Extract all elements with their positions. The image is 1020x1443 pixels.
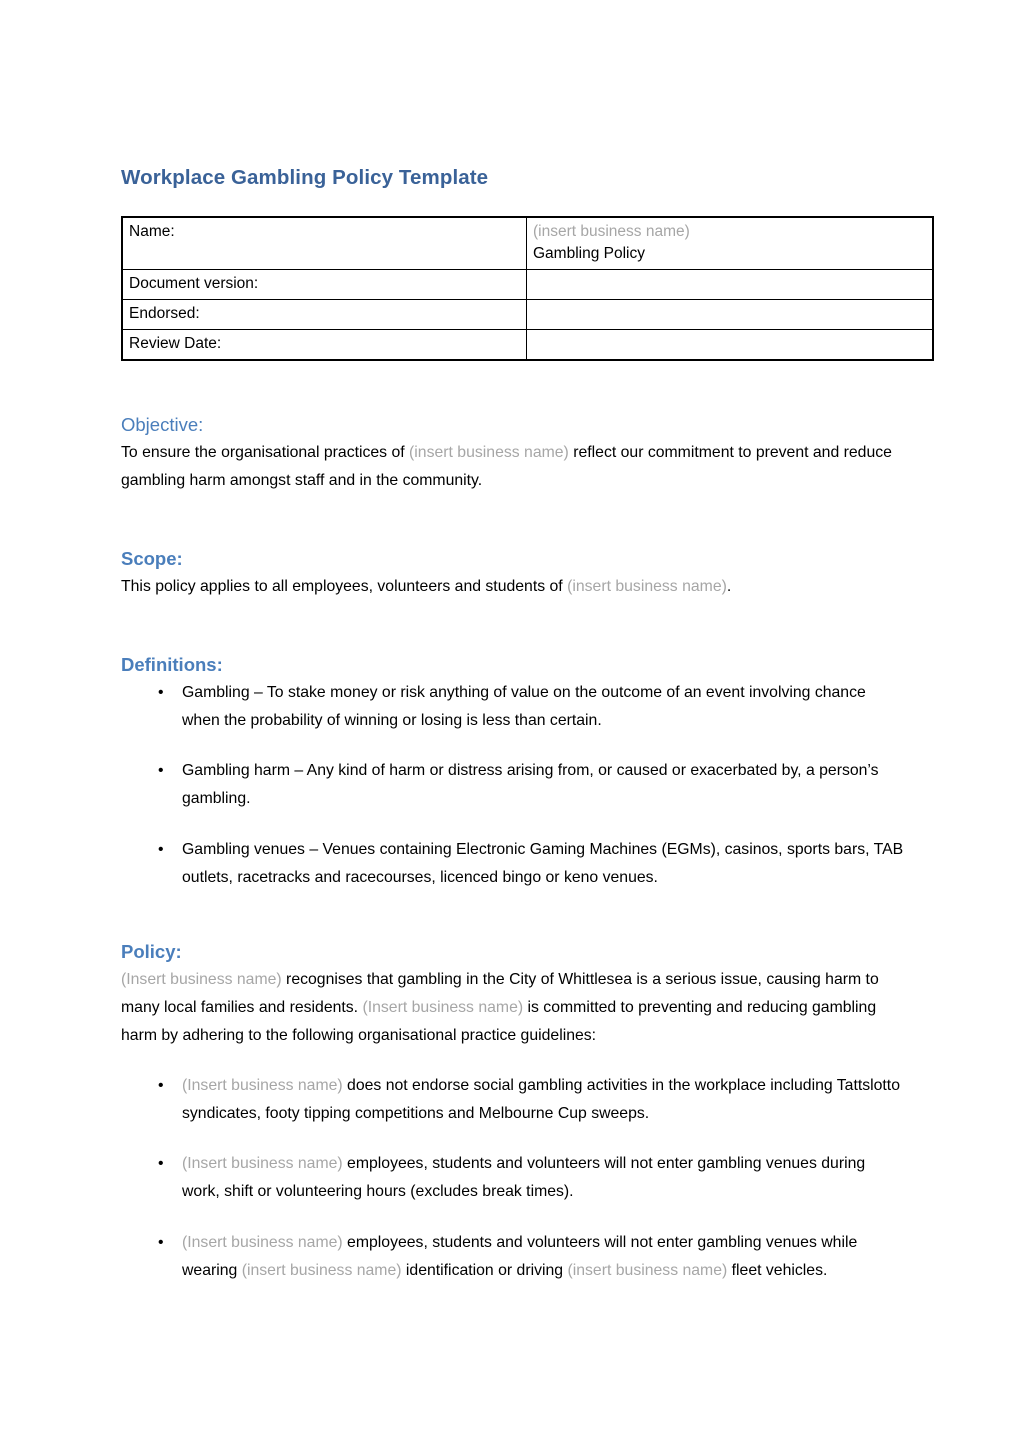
policy-bullet-text-3: fleet vehicles. bbox=[727, 1261, 828, 1279]
section-policy: Policy: (Insert business name) recognise… bbox=[121, 940, 907, 1285]
list-item: • (Insert business name) employees, stud… bbox=[121, 1229, 907, 1285]
table-row: Document version: bbox=[121, 268, 934, 300]
section-scope: Scope: This policy applies to all employ… bbox=[121, 547, 907, 601]
bullet-icon: • bbox=[158, 1077, 164, 1095]
bullet-icon: • bbox=[158, 1155, 164, 1173]
section-definitions: Definitions: • Gambling – To stake money… bbox=[121, 653, 907, 892]
list-item: • Gambling harm – Any kind of harm or di… bbox=[121, 757, 907, 813]
definitions-list: • Gambling – To stake money or risk anyt… bbox=[121, 679, 907, 892]
list-item: • Gambling venues – Venues containing El… bbox=[121, 836, 907, 892]
policy-intro-placeholder-1: (Insert business name) bbox=[121, 970, 282, 988]
definition-text: Gambling harm – Any kind of harm or dist… bbox=[182, 762, 879, 808]
section-objective: Objective: To ensure the organisational … bbox=[121, 413, 907, 495]
section-heading-policy: Policy: bbox=[121, 940, 182, 962]
policy-intro-paragraph: (Insert business name) recognises that g… bbox=[121, 966, 907, 1050]
metadata-value-review-date[interactable] bbox=[526, 328, 934, 361]
metadata-label-name: Name: bbox=[121, 216, 527, 270]
policy-bullet-placeholder: (Insert business name) bbox=[182, 1077, 343, 1095]
scope-text-part1: This policy applies to all employees, vo… bbox=[121, 577, 568, 595]
metadata-label-endorsed: Endorsed: bbox=[121, 298, 527, 330]
definition-text: Gambling venues – Venues containing Elec… bbox=[182, 840, 904, 886]
policy-intro-placeholder-2: (Insert business name) bbox=[362, 998, 524, 1016]
metadata-value-name[interactable]: (insert business name) Gambling Policy bbox=[526, 216, 934, 270]
objective-text-part1: To ensure the organisational practices o… bbox=[121, 443, 410, 461]
document-page: Workplace Gambling Policy Template Name:… bbox=[0, 0, 1020, 1443]
metadata-label-review-date: Review Date: bbox=[121, 328, 527, 361]
section-heading-objective: Objective: bbox=[121, 413, 204, 435]
list-item: • (Insert business name) employees, stud… bbox=[121, 1150, 907, 1206]
section-heading-scope: Scope: bbox=[121, 547, 183, 569]
document-metadata-table: Name: (insert business name) Gambling Po… bbox=[121, 215, 934, 361]
metadata-value-endorsed[interactable] bbox=[526, 298, 934, 330]
table-row: Endorsed: bbox=[121, 298, 934, 330]
metadata-value-name-text: Gambling Policy bbox=[533, 244, 645, 262]
objective-placeholder: (insert business name) bbox=[409, 443, 569, 461]
scope-text-part2: . bbox=[726, 577, 732, 595]
table-row: Name: (insert business name) Gambling Po… bbox=[121, 216, 934, 270]
metadata-value-document-version[interactable] bbox=[526, 268, 934, 300]
list-item: • Gambling – To stake money or risk anyt… bbox=[121, 679, 907, 735]
list-item: • (Insert business name) does not endors… bbox=[121, 1072, 907, 1128]
policy-bullet-text-2: identification or driving bbox=[401, 1261, 568, 1279]
policy-bullet-placeholder-2: (insert business name) bbox=[241, 1261, 402, 1279]
bullet-icon: • bbox=[158, 684, 164, 702]
bullet-icon: • bbox=[158, 840, 164, 858]
bullet-icon: • bbox=[158, 1233, 164, 1251]
metadata-label-document-version: Document version: bbox=[121, 268, 527, 300]
scope-paragraph: This policy applies to all employees, vo… bbox=[121, 573, 907, 601]
bullet-icon: • bbox=[158, 762, 164, 780]
policy-bullet-placeholder: (Insert business name) bbox=[182, 1233, 343, 1251]
page-title: Workplace Gambling Policy Template bbox=[121, 166, 489, 189]
policy-bullet-placeholder: (Insert business name) bbox=[182, 1155, 343, 1173]
section-heading-definitions: Definitions: bbox=[121, 654, 223, 676]
policy-guidelines-list: • (Insert business name) does not endors… bbox=[121, 1072, 907, 1285]
definition-text: Gambling – To stake money or risk anythi… bbox=[182, 684, 866, 730]
document-content: Workplace Gambling Policy Template Name:… bbox=[121, 0, 934, 1285]
policy-bullet-placeholder-3: (insert business name) bbox=[567, 1261, 728, 1279]
metadata-value-name-placeholder: (insert business name) bbox=[533, 222, 690, 240]
scope-placeholder: (insert business name) bbox=[567, 577, 727, 595]
table-row: Review Date: bbox=[121, 328, 934, 361]
objective-paragraph: To ensure the organisational practices o… bbox=[121, 439, 907, 495]
